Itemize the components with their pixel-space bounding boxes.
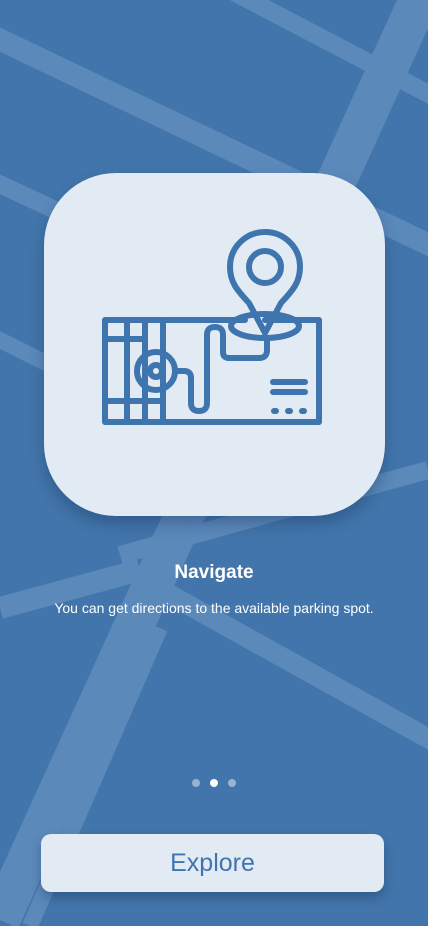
- pagination-dot[interactable]: [228, 779, 236, 787]
- map-location-pin-icon: [102, 229, 322, 425]
- explore-button[interactable]: Explore: [41, 834, 384, 892]
- onboarding-description: You can get directions to the available …: [54, 600, 374, 616]
- illustration-card: [44, 173, 385, 516]
- pagination-dot-active[interactable]: [210, 779, 218, 787]
- onboarding-title: Navigate: [174, 562, 254, 583]
- onboarding-screen: Navigate You can get directions to the a…: [0, 0, 428, 926]
- pagination-dots: [0, 779, 428, 787]
- pagination-dot[interactable]: [192, 779, 200, 787]
